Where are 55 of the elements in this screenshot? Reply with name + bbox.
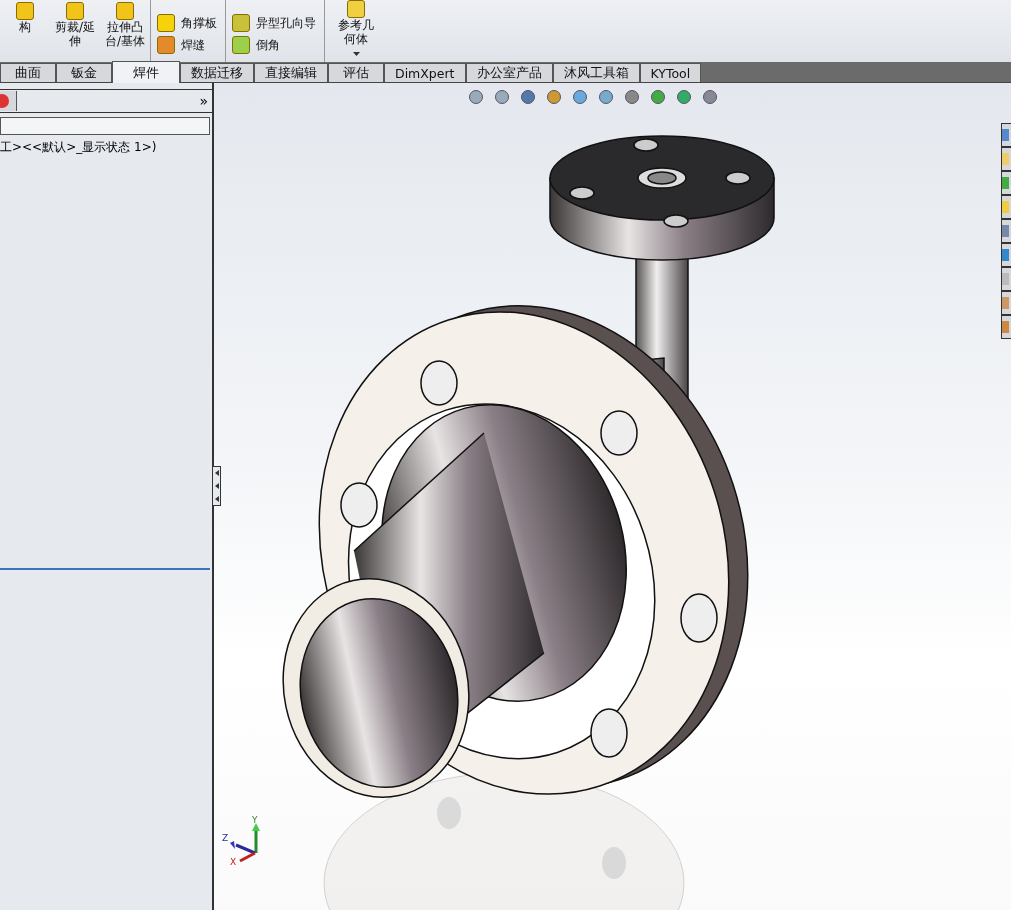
tree-item[interactable]: 工><<默认>_显示状态 1>) [0, 135, 212, 156]
task-pane-tab[interactable] [1001, 195, 1011, 219]
ribbon-button[interactable]: 异型孔向导 [256, 14, 316, 32]
tool-icon [66, 2, 84, 20]
view-tool-icon[interactable] [702, 89, 720, 105]
expand-button[interactable]: » [199, 93, 212, 109]
ribbon-button[interactable]: 剪裁/延伸 [53, 20, 97, 48]
tool-icon [347, 0, 365, 18]
task-pane-tab[interactable] [1001, 243, 1011, 267]
ribbon-button[interactable]: 拉伸凸台/基体 [103, 20, 147, 48]
ribbon-tab[interactable]: 数据迁移 [180, 63, 254, 82]
axis-triad-drawing [230, 823, 260, 863]
ribbon-button[interactable]: 角撑板 [181, 14, 217, 32]
x-axis-label: X [230, 857, 237, 865]
appearance-tab[interactable] [0, 91, 17, 111]
task-pane-tab[interactable] [1001, 147, 1011, 171]
tool-icon [157, 36, 175, 54]
ribbon-tab[interactable]: 曲面 [0, 63, 56, 82]
z-axis-label: Z [222, 833, 229, 843]
task-pane-tab[interactable] [1001, 123, 1011, 147]
filter-field[interactable] [0, 117, 210, 135]
ribbon-tab[interactable]: KYTool [639, 63, 702, 82]
task-pane-tab[interactable] [1001, 291, 1011, 315]
task-pane-tab[interactable] [1001, 171, 1011, 195]
tool-icon [16, 2, 34, 20]
ribbon-tab[interactable]: 沐风工具箱 [552, 63, 640, 82]
ribbon-tab[interactable]: 办公室产品 [465, 63, 553, 82]
view-tool-icon[interactable] [468, 89, 486, 105]
ribbon-tab[interactable]: 钣金 [56, 63, 112, 82]
view-tool-icon[interactable] [650, 89, 668, 105]
view-tool-icon[interactable] [624, 89, 642, 105]
view-tool-icon[interactable] [494, 89, 512, 105]
y-axis-label: Y [252, 815, 258, 825]
ribbon-tab[interactable]: 焊件 [112, 61, 180, 84]
view-tool-icon[interactable] [676, 89, 694, 105]
ribbon-tab[interactable]: DimXpert [384, 63, 466, 82]
ribbon-button[interactable]: 倒角 [256, 36, 280, 54]
tool-icon [116, 2, 134, 20]
panel-collapse-handle[interactable] [212, 466, 221, 506]
tool-icon [157, 14, 175, 32]
ribbon-button[interactable]: 构 [3, 20, 47, 34]
tool-icon [232, 36, 250, 54]
view-tool-icon[interactable] [546, 89, 564, 105]
ribbon-button[interactable]: 焊缝 [181, 36, 205, 54]
caret-icon[interactable] [352, 52, 360, 56]
view-tool-icon[interactable] [572, 89, 590, 105]
ribbon-tab[interactable]: 直接编辑 [254, 63, 328, 82]
task-pane-tab[interactable] [1001, 315, 1011, 339]
task-pane-tab[interactable] [1001, 267, 1011, 291]
view-tool-icon[interactable] [598, 89, 616, 105]
tool-icon [232, 14, 250, 32]
task-pane-tab[interactable] [1001, 219, 1011, 243]
ribbon-button[interactable]: 参考几何体 [334, 18, 378, 46]
view-tool-icon[interactable] [520, 89, 538, 105]
ribbon-tab[interactable]: 评估 [328, 63, 384, 82]
